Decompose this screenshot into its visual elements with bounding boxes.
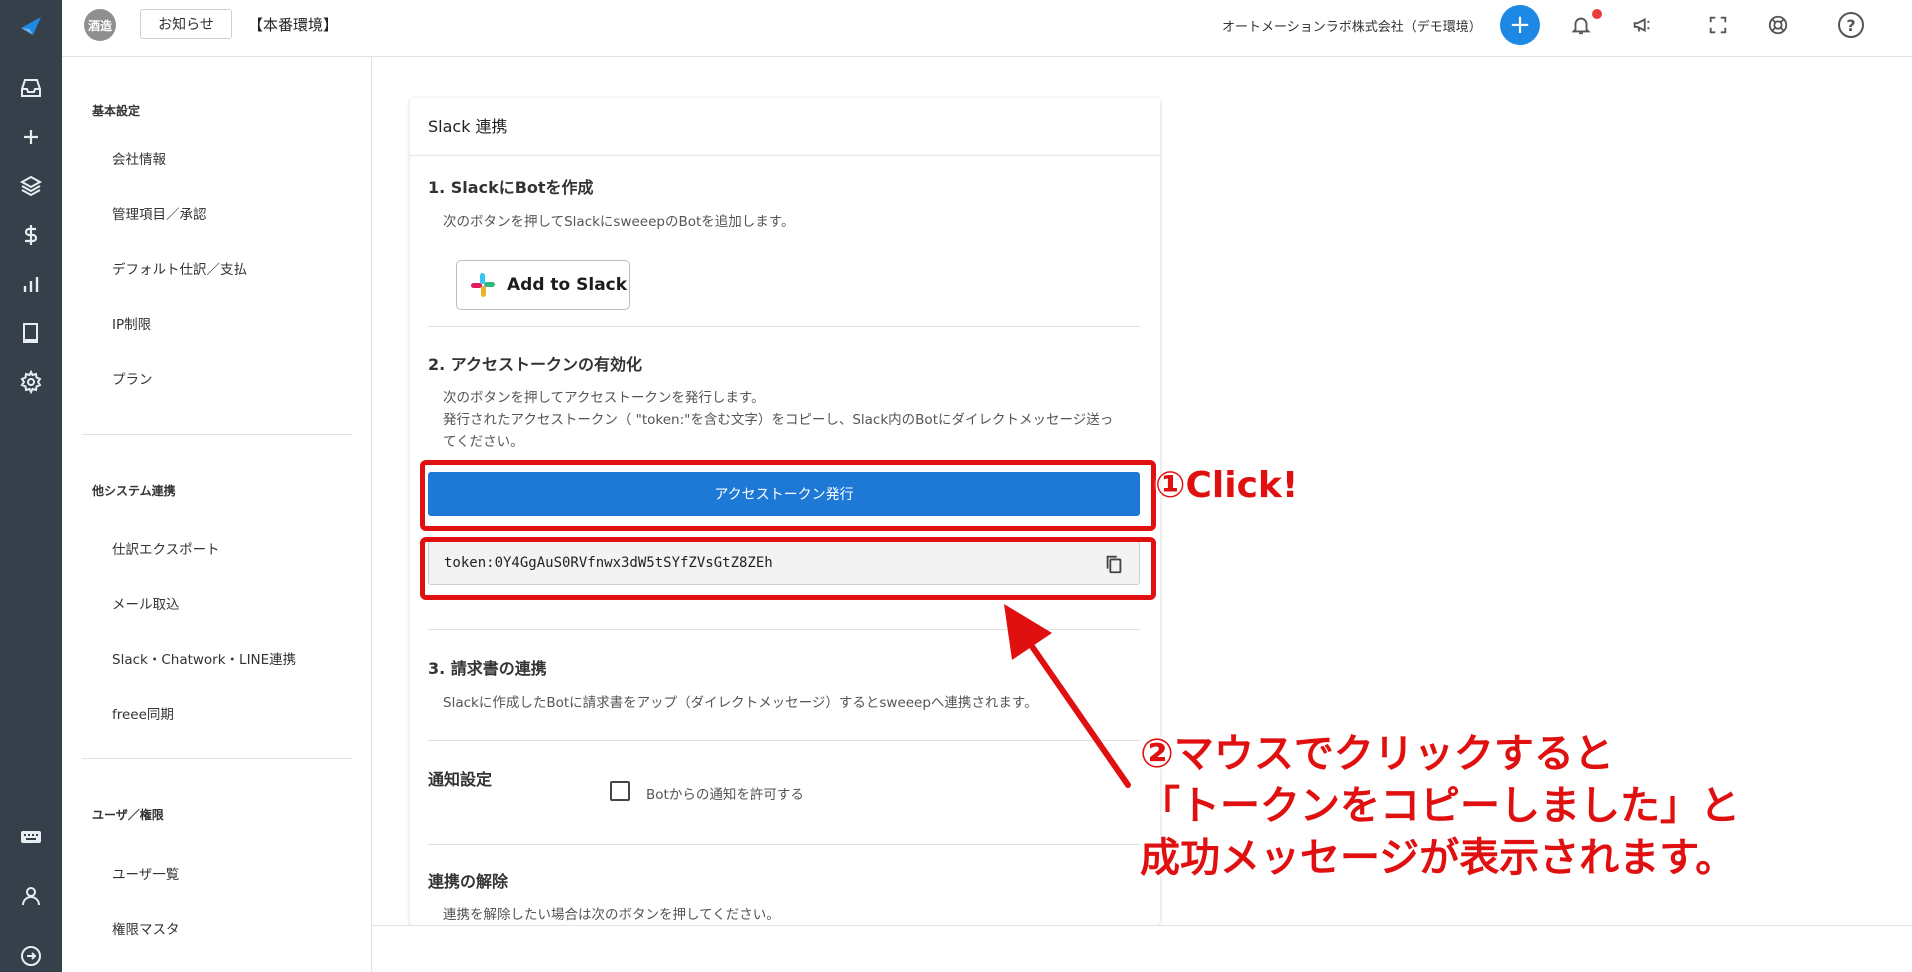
settings-sidebar: 基本設定 会社情報 管理項目／承認 デフォルト仕訳／支払 IP制限 プラン 他シ… [62, 57, 372, 972]
step1-text: 次のボタンを押してSlackにsweeepのBotを追加します。 [443, 214, 795, 230]
notify-settings-title: 通知設定 [428, 770, 493, 789]
sidebar-section-users: ユーザ／権限 [92, 808, 164, 822]
step2-text-2: 発行されたアクセストークン（ "token:"を含む文字）をコピーし、Slack… [443, 412, 1114, 450]
step3-text: Slackに作成したBotに請求書をアップ（ダイレクトメッセージ）するとswee… [443, 695, 1038, 711]
plus-icon[interactable] [13, 119, 49, 155]
sidebar-item-mail-import[interactable]: メール取込 [112, 593, 180, 613]
annotation-click: ①Click! [1155, 465, 1299, 506]
step2-title: 2. アクセストークンの有効化 [428, 355, 642, 374]
notice-button[interactable]: お知らせ [140, 9, 232, 39]
sidebar-item-company[interactable]: 会社情報 [112, 148, 166, 168]
fullscreen-icon[interactable] [1703, 10, 1733, 40]
step3-title: 3. 請求書の連携 [428, 659, 547, 678]
section-divider [428, 844, 1140, 845]
card-title: Slack 連携 [428, 117, 508, 136]
add-button[interactable]: + [1500, 5, 1540, 45]
sidebar-item-slack-chatwork-line[interactable]: Slack・Chatwork・LINE連携 [112, 648, 296, 668]
bottom-bar [372, 925, 1912, 972]
top-header: 酒造 お知らせ 【本番環境】 オートメーションラボ株式会社（デモ環境） + ? [62, 0, 1912, 57]
support-icon[interactable] [1763, 10, 1793, 40]
sidebar-item-permission-master[interactable]: 権限マスタ [112, 918, 180, 938]
annotation-line-2: 「トークンをコピーしました」と [1140, 783, 1740, 829]
sidebar-item-freee-sync[interactable]: freee同期 [112, 703, 174, 723]
step1-title: 1. SlackにBotを作成 [428, 178, 594, 197]
book-icon[interactable] [13, 315, 49, 351]
allow-bot-notify-label[interactable]: Botからの通知を許可する [646, 783, 804, 803]
dollar-icon[interactable] [13, 217, 49, 253]
annotation-line-3: 成功メッセージが表示されます。 [1140, 835, 1736, 881]
sidebar-item-default-journal[interactable]: デフォルト仕訳／支払 [112, 258, 247, 278]
highlight-issue-button [420, 460, 1156, 531]
keyboard-icon[interactable] [13, 819, 49, 855]
unlink-text: 連携を解除したい場合は次のボタンを押してください。 [443, 907, 780, 923]
annotation-explanation: ②マウスでクリックすると 「トークンをコピーしました」と 成功メッセージが表示さ… [1140, 728, 1740, 884]
unlink-title: 連携の解除 [428, 872, 509, 891]
sidebar-section-basic: 基本設定 [92, 104, 141, 118]
sidebar-item-management[interactable]: 管理項目／承認 [112, 203, 207, 223]
company-name[interactable]: オートメーションラボ株式会社（デモ環境） [1222, 16, 1482, 35]
slack-logo-icon [471, 273, 495, 297]
add-to-slack-label: Add to Slack [507, 275, 628, 295]
allow-bot-notify-checkbox[interactable] [610, 781, 630, 801]
layers-icon[interactable] [13, 168, 49, 204]
sidebar-item-journal-export[interactable]: 仕訳エクスポート [112, 538, 220, 558]
add-to-slack-button[interactable]: Add to Slack [456, 260, 630, 310]
highlight-token-field [420, 537, 1156, 600]
card-title-divider [410, 155, 1160, 156]
org-avatar[interactable]: 酒造 [84, 9, 116, 41]
sidebar-item-user-list[interactable]: ユーザ一覧 [112, 863, 179, 883]
environment-label: 【本番環境】 [248, 16, 339, 34]
inbox-icon[interactable] [13, 70, 49, 106]
section-divider [428, 740, 1140, 741]
section-divider [428, 326, 1140, 327]
notification-dot [1592, 9, 1602, 19]
chart-icon[interactable] [13, 266, 49, 302]
sidebar-divider [82, 758, 352, 759]
user-icon[interactable] [13, 878, 49, 914]
megaphone-icon[interactable] [1627, 10, 1657, 40]
annotation-line-1: ②マウスでクリックすると [1140, 731, 1614, 777]
logout-icon[interactable] [13, 938, 49, 972]
icon-rail [0, 0, 62, 972]
section-divider [428, 629, 1140, 630]
help-icon[interactable]: ? [1838, 12, 1864, 38]
logo-icon[interactable] [13, 8, 49, 44]
gear-icon[interactable] [13, 364, 49, 400]
sidebar-divider [82, 434, 352, 435]
sidebar-section-integration: 他システム連携 [92, 484, 176, 498]
sidebar-item-ip-restriction[interactable]: IP制限 [112, 313, 151, 333]
sidebar-item-plan[interactable]: プラン [112, 368, 153, 388]
step2-text-1: 次のボタンを押してアクセストークンを発行します。 [443, 390, 765, 406]
